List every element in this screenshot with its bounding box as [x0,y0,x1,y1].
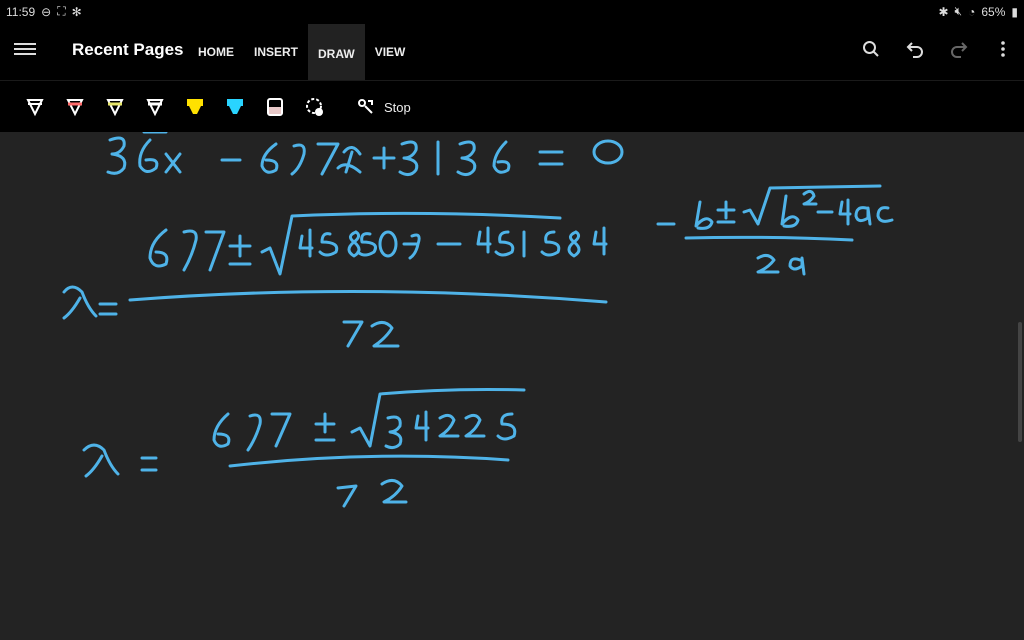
pen-red-icon[interactable] [64,95,86,119]
handwritten-math-ink [62,132,894,508]
tab-view[interactable]: VIEW [365,24,416,80]
stop-label: Stop [384,99,411,115]
app-bar: Recent Pages HOME INSERT DRAW VIEW [0,24,1024,80]
redo-icon[interactable] [948,38,970,60]
battery-level: 65% [981,4,1006,19]
search-icon[interactable] [860,38,882,60]
bluetooth-icon: ✱ [938,4,949,19]
drawing-canvas[interactable] [0,132,1024,640]
battery-icon: ▮ [1011,4,1018,19]
tab-home[interactable]: HOME [188,24,244,80]
canvas-scrollbar[interactable] [1018,322,1022,442]
ribbon-tabs: HOME INSERT DRAW VIEW [188,24,415,80]
eraser-icon[interactable] [264,95,286,119]
more-options-icon[interactable] [992,38,1014,60]
pen-white-2-icon[interactable] [144,95,166,119]
wifi-icon: ◔ [968,4,976,19]
screenshot-icon: ⛶ [57,4,66,18]
tab-insert[interactable]: INSERT [244,24,308,80]
stop-button[interactable]: Stop [356,97,411,117]
lasso-icon[interactable] [304,95,326,119]
menu-icon[interactable] [14,40,36,58]
tab-draw[interactable]: DRAW [308,24,365,80]
undo-icon[interactable] [904,38,926,60]
dnd-icon: ⊖ [41,4,52,19]
ink-to-shape-icon [358,99,373,114]
draw-toolbar: Stop [0,80,1024,133]
highlighter-cyan-icon[interactable] [224,95,246,119]
status-time: 11:59 [6,4,36,19]
settings-icon: ✻ [71,4,82,19]
pen-white-icon[interactable] [24,95,46,119]
page-title[interactable]: Recent Pages [72,40,184,60]
highlighter-yellow-icon[interactable] [184,95,206,119]
status-bar: 11:59 ⊖ ⛶ ✻ ✱ 🔇︎ ◔ 65% ▮ [0,0,1024,24]
mute-icon: 🔇︎ [954,4,963,18]
pen-yellow-icon[interactable] [104,95,126,119]
